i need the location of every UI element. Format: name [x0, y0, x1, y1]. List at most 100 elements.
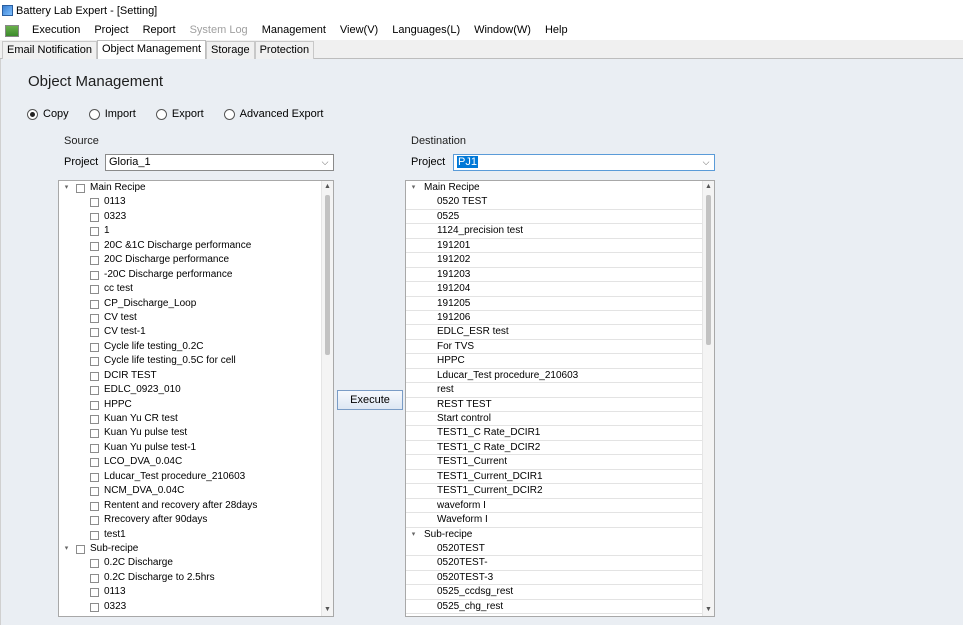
- tree-item-row[interactable]: HPPC: [59, 398, 321, 412]
- radio-dot-icon[interactable]: [155, 108, 167, 120]
- checkbox[interactable]: [90, 357, 99, 367]
- checkbox[interactable]: [90, 573, 99, 583]
- source-tree[interactable]: ▾ Main Recipe 0113 0323 1 20C &1C Discharge p…: [58, 180, 334, 617]
- checkbox[interactable]: [90, 443, 99, 453]
- tree-item-row[interactable]: 0525: [406, 210, 702, 225]
- expander-icon[interactable]: ▾: [409, 181, 418, 195]
- tree-item-row[interactable]: Rrecovery after 90days: [59, 513, 321, 527]
- checkbox[interactable]: [90, 285, 99, 295]
- checkbox[interactable]: [90, 415, 99, 424]
- checkbox[interactable]: [90, 328, 99, 338]
- tree-item-row[interactable]: Cycle life testing_0.2C: [59, 340, 321, 354]
- tree-item-row[interactable]: For TVS: [406, 340, 702, 355]
- radio-dot-icon[interactable]: [223, 108, 235, 120]
- tree-item-row[interactable]: 0323: [59, 600, 321, 614]
- tree-item-row[interactable]: Kuan Yu pulse test: [59, 426, 321, 440]
- radio-dot-icon[interactable]: [88, 108, 100, 120]
- tree-item-row[interactable]: REST TEST: [406, 398, 702, 412]
- window-menu-icon[interactable]: [5, 24, 19, 37]
- expander-icon[interactable]: ▾: [62, 542, 71, 556]
- expander-icon[interactable]: ▾: [409, 528, 418, 542]
- tree-item-row[interactable]: 191204: [406, 282, 702, 297]
- destination-project-select[interactable]: PJ1 ⌵: [453, 154, 715, 171]
- menu-help[interactable]: Help: [538, 21, 575, 40]
- tree-item-row[interactable]: EDLC_ESR test: [406, 325, 702, 340]
- checkbox[interactable]: [90, 588, 99, 598]
- menu-report[interactable]: Report: [136, 21, 183, 40]
- tree-item-row[interactable]: Rentent and recovery after 28days: [59, 499, 321, 513]
- tree-group-row[interactable]: ▾ Main Recipe: [406, 181, 702, 195]
- chevron-down-icon[interactable]: ⌵: [320, 155, 330, 170]
- checkbox[interactable]: [90, 241, 99, 251]
- checkbox[interactable]: [90, 458, 99, 468]
- tree-group-row[interactable]: ▾ Main Recipe: [59, 181, 321, 195]
- tab-storage[interactable]: Storage: [206, 41, 255, 59]
- destination-scrollbar[interactable]: ▲ ▼: [702, 181, 714, 616]
- tree-item-row[interactable]: Kuan Yu CR test: [59, 412, 321, 426]
- tab-email-notification[interactable]: Email Notification: [2, 41, 97, 59]
- tree-item-row[interactable]: 1124_precision test: [406, 224, 702, 239]
- tab-object-management[interactable]: Object Management: [96, 40, 207, 59]
- radio-copy[interactable]: Copy: [27, 108, 69, 120]
- menu-execution[interactable]: Execution: [25, 21, 87, 40]
- checkbox[interactable]: [76, 184, 85, 193]
- tree-item-row[interactable]: NCM_DVA_0.04C: [59, 484, 321, 498]
- checkbox[interactable]: [90, 400, 99, 410]
- tree-item-row[interactable]: 0520TEST: [406, 542, 702, 557]
- checkbox[interactable]: [90, 487, 99, 497]
- tree-item-row[interactable]: cc test: [59, 282, 321, 296]
- checkbox[interactable]: [90, 299, 99, 309]
- checkbox[interactable]: [90, 256, 99, 266]
- tree-item-row[interactable]: Waveform I: [406, 513, 702, 528]
- tree-item-row[interactable]: 1: [59, 224, 321, 238]
- tree-item-row[interactable]: 191203: [406, 268, 702, 283]
- tree-item-row[interactable]: waveform I: [406, 499, 702, 514]
- menu-project[interactable]: Project: [87, 21, 135, 40]
- execute-button[interactable]: Execute: [337, 390, 403, 410]
- destination-tree[interactable]: ▾ Main Recipe 0520 TEST 0525 1124_precision …: [405, 180, 715, 617]
- tree-item-row[interactable]: CP_Discharge_Loop: [59, 297, 321, 311]
- tree-item-row[interactable]: CV test-1: [59, 325, 321, 339]
- checkbox[interactable]: [90, 559, 99, 569]
- scroll-up-icon[interactable]: ▲: [322, 181, 333, 193]
- checkbox[interactable]: [90, 429, 99, 439]
- checkbox[interactable]: [90, 530, 99, 540]
- checkbox[interactable]: [90, 198, 99, 208]
- tree-item-row[interactable]: CV test: [59, 311, 321, 325]
- checkbox[interactable]: [90, 602, 99, 612]
- menu-languages[interactable]: Languages(L): [385, 21, 467, 40]
- checkbox[interactable]: [90, 516, 99, 526]
- tree-item-row[interactable]: 20C &1C Discharge performance: [59, 239, 321, 253]
- checkbox[interactable]: [90, 270, 99, 280]
- tree-item-row[interactable]: 0520TEST-: [406, 556, 702, 571]
- checkbox[interactable]: [90, 342, 99, 352]
- tree-item-row[interactable]: 0525_ccdsg_rest: [406, 585, 702, 600]
- tree-item-row[interactable]: 0113: [59, 195, 321, 209]
- checkbox[interactable]: [90, 472, 99, 482]
- radio-dot-icon[interactable]: [27, 108, 38, 120]
- tree-item-row[interactable]: 191202: [406, 253, 702, 268]
- expander-icon[interactable]: ▾: [62, 181, 71, 195]
- scroll-down-icon[interactable]: ▼: [703, 604, 714, 616]
- menu-view[interactable]: View(V): [333, 21, 385, 40]
- scroll-down-icon[interactable]: ▼: [322, 604, 333, 616]
- tree-item-row[interactable]: 0113: [59, 585, 321, 599]
- scroll-thumb[interactable]: [325, 195, 330, 355]
- tab-protection[interactable]: Protection: [254, 41, 315, 59]
- tree-item-row[interactable]: 191206: [406, 311, 702, 326]
- source-project-select[interactable]: Gloria_1 ⌵: [105, 154, 334, 171]
- tree-item-row[interactable]: 0.2C Discharge: [59, 556, 321, 570]
- tree-item-row[interactable]: 20C Discharge performance: [59, 253, 321, 267]
- tree-item-row[interactable]: TEST1_Current_DCIR1: [406, 470, 702, 485]
- tree-item-row[interactable]: -20C Discharge performance: [59, 268, 321, 282]
- checkbox[interactable]: [90, 386, 99, 396]
- tree-item-row[interactable]: Start control: [406, 412, 702, 427]
- tree-item-row[interactable]: TEST1_C Rate_DCIR1: [406, 426, 702, 441]
- scroll-thumb[interactable]: [706, 195, 711, 345]
- menu-management[interactable]: Management: [255, 21, 333, 40]
- tree-group-row[interactable]: ▾ Sub-recipe: [59, 542, 321, 556]
- tree-item-row[interactable]: 0520TEST-3: [406, 571, 702, 586]
- tree-item-row[interactable]: 0520 TEST: [406, 195, 702, 210]
- menu-window[interactable]: Window(W): [467, 21, 538, 40]
- tree-item-row[interactable]: 191205: [406, 297, 702, 311]
